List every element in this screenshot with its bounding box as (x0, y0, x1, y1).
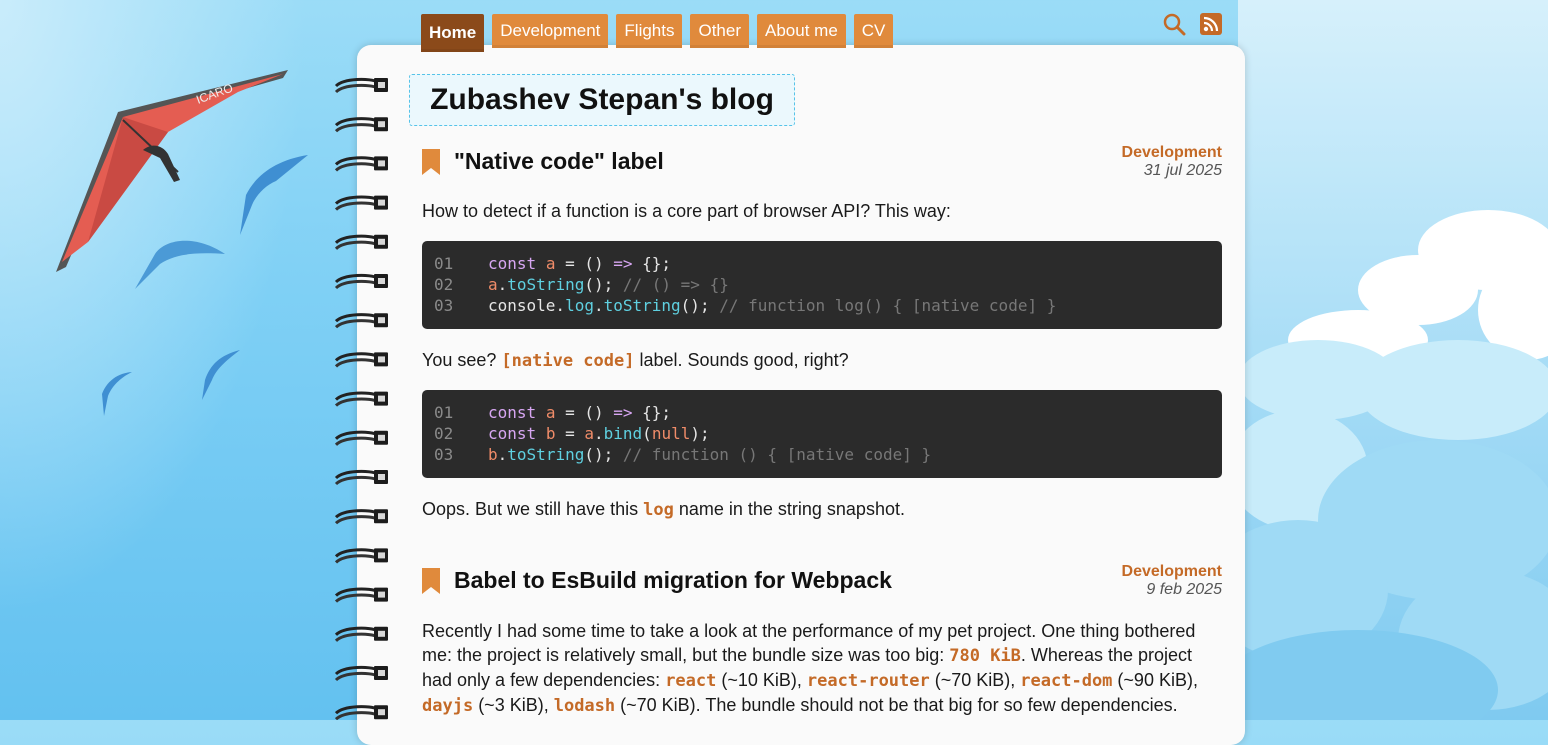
bird-icon (102, 372, 132, 416)
spiral-ring (334, 705, 388, 720)
spiral-ring (334, 665, 388, 682)
spiral-ring (334, 430, 388, 447)
nav-tab-flights[interactable]: Flights (616, 14, 683, 48)
bird-icon (135, 240, 225, 289)
blog-title[interactable]: Zubashev Stepan's blog (409, 74, 795, 126)
nav-tab-cv[interactable]: CV (853, 14, 894, 48)
spiral-ring (334, 234, 388, 251)
post-meta: Development 31 jul 2025 (1122, 144, 1222, 180)
code-line: 01 const a = () => {}; (434, 403, 672, 422)
top-icons (1162, 12, 1222, 36)
post-date: 31 jul 2025 (1143, 162, 1222, 179)
code-line: 02 const b = a.bind(null); (434, 424, 710, 443)
post-paragraph: How to detect if a function is a core pa… (422, 201, 951, 221)
post-date: 9 feb 2025 (1146, 581, 1222, 598)
spiral-ring (334, 626, 388, 643)
rss-icon[interactable] (1200, 13, 1222, 35)
code-line: 03 console.log.toString(); // function lo… (434, 296, 1057, 315)
inline-code: log (643, 500, 674, 520)
spiral-ring (334, 195, 388, 211)
post-title[interactable]: Babel to EsBuild migration for Webpack (454, 567, 892, 594)
post-title[interactable]: "Native code" label (454, 148, 664, 175)
code-line: 02 a.toString(); // () => {} (434, 275, 729, 294)
main-nav: Home Development Flights Other About me … (421, 14, 894, 52)
nav-tab-home[interactable]: Home (421, 14, 485, 52)
inline-code: dayjs (422, 696, 474, 716)
inline-code: 780 KiB (949, 646, 1021, 666)
bird-icon (240, 155, 308, 235)
search-icon[interactable] (1162, 12, 1186, 36)
spiral-ring (334, 587, 388, 603)
inline-code: [native code] (501, 351, 635, 371)
bird-icon (202, 350, 240, 400)
spiral-ring (334, 273, 388, 290)
post-header: Babel to EsBuild migration for Webpack (422, 567, 892, 594)
spiral-ring (334, 391, 388, 407)
post-paragraph: Oops. But we still have this log name in… (422, 499, 905, 520)
nav-tab-about-me[interactable]: About me (757, 14, 846, 48)
spiral-ring (334, 77, 388, 94)
spiral-ring (334, 156, 388, 172)
code-line: 03 b.toString(); // function () { [native… (434, 445, 932, 464)
spiral-ring (334, 313, 388, 329)
post-category[interactable]: Development (1122, 144, 1222, 162)
nav-tab-other[interactable]: Other (690, 14, 750, 48)
inline-code: react (665, 671, 717, 691)
inline-code: lodash (553, 696, 616, 716)
spiral-ring (334, 469, 388, 486)
code-block: 01 const a = () => {}; 02 const b = a.bind… (422, 390, 1222, 478)
post-meta: Development 9 feb 2025 (1122, 563, 1222, 599)
spiral-ring (334, 548, 388, 564)
post-paragraph: You see? [native code] label. Sounds goo… (422, 350, 849, 371)
spiral-ring (334, 509, 388, 525)
inline-code: react-dom (1020, 671, 1113, 691)
bookmark-icon (422, 148, 440, 175)
code-line: 01 const a = () => {}; (434, 254, 672, 273)
post-header: "Native code" label (422, 148, 664, 175)
clouds-illustration (1238, 210, 1548, 720)
nav-tab-development[interactable]: Development (492, 14, 609, 48)
post-category[interactable]: Development (1122, 563, 1222, 581)
code-block: 01 const a = () => {}; 02 a.toString(); //… (422, 241, 1222, 329)
inline-code: react-router (806, 671, 930, 691)
spiral-ring (334, 352, 388, 368)
post-paragraph: Recently I had some time to take a look … (422, 621, 1198, 716)
bookmark-icon (422, 567, 440, 594)
notebook-spiral (334, 77, 388, 720)
spiral-ring (334, 117, 388, 133)
